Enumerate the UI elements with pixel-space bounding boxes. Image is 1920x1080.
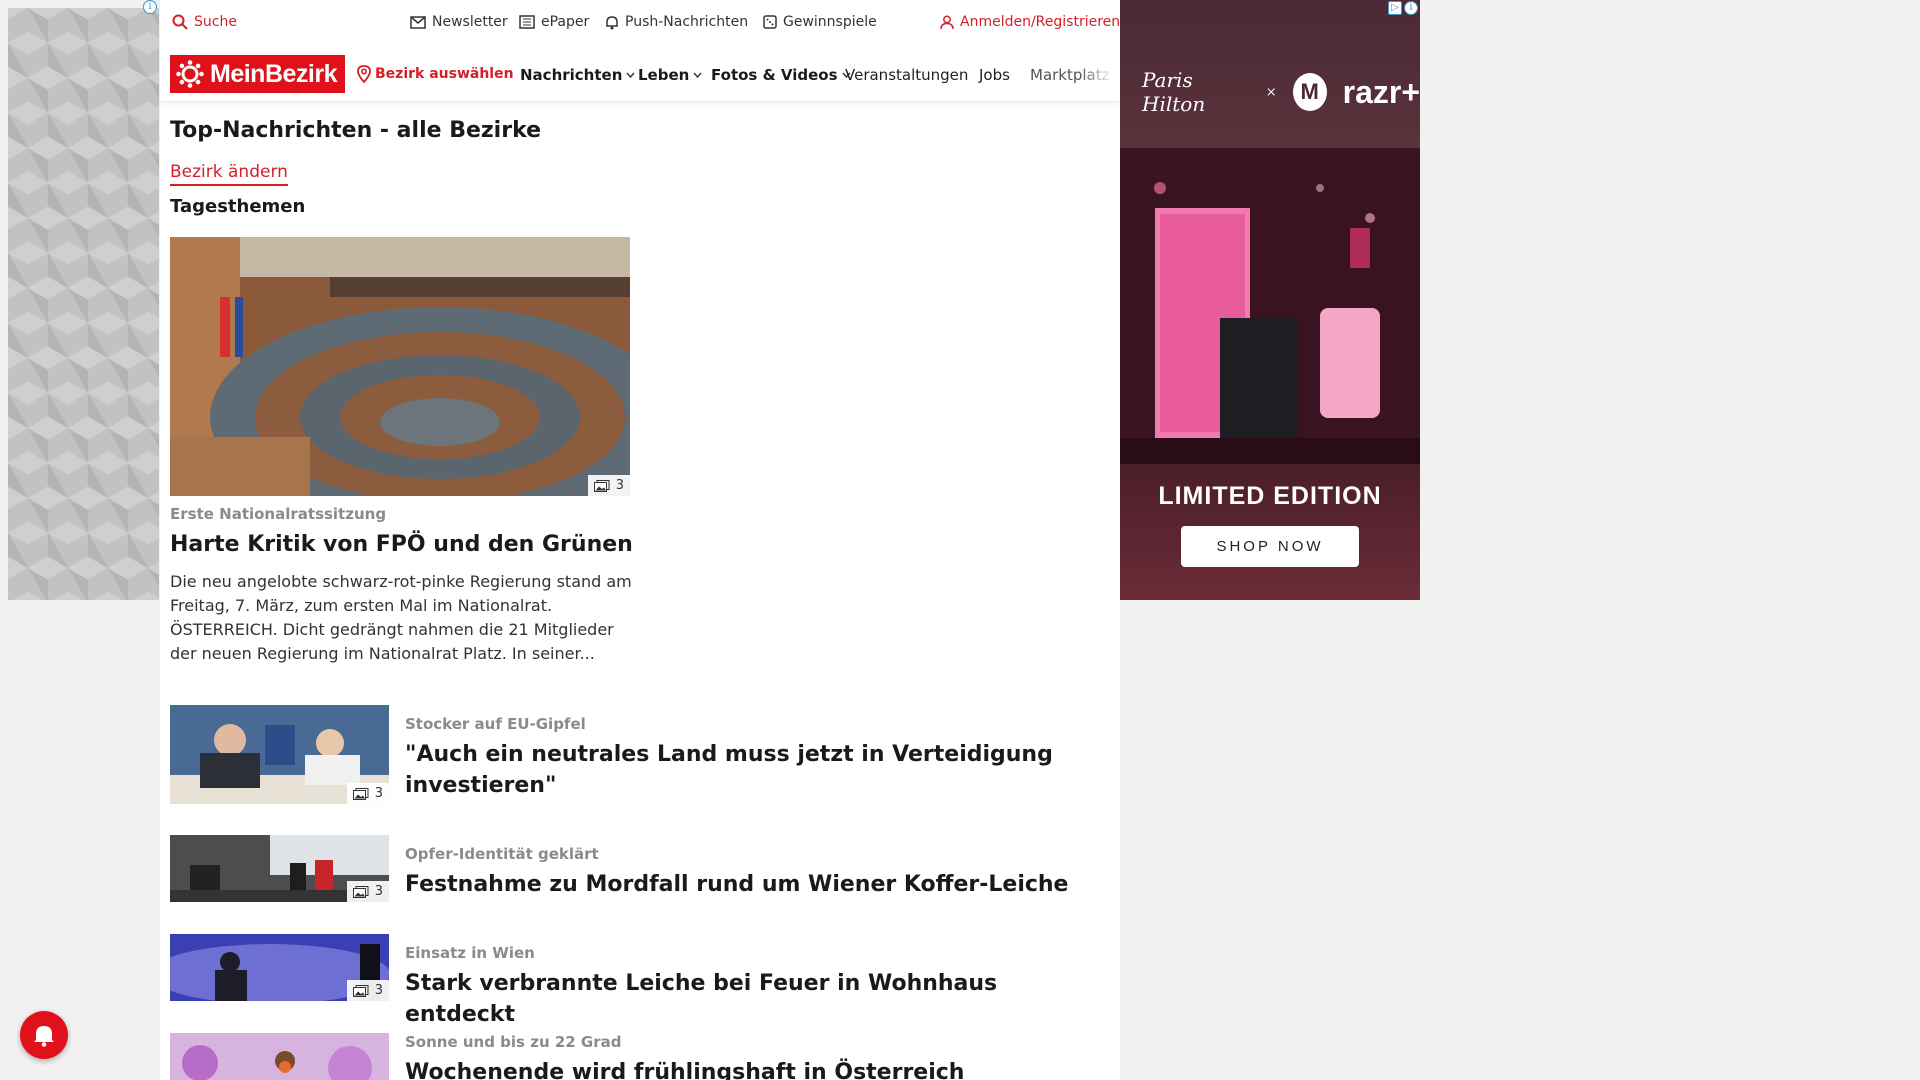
article-thumbnail: 3	[170, 835, 389, 902]
ad-brand-name: razr+	[1342, 73, 1420, 110]
gallery-icon	[352, 984, 369, 997]
nav-item-jobs[interactable]: Jobs	[979, 66, 1010, 84]
hero-image[interactable]: 3	[170, 237, 630, 496]
main-content: Suche Newsletter ePaper Push-Nachrichten…	[160, 0, 1120, 1080]
page-title: Top-Nachrichten - alle Bezirke	[170, 118, 542, 143]
article-item[interactable]: 3 Opfer-Identität geklärt Festnahme zu M…	[170, 835, 1100, 915]
epaper-link[interactable]: ePaper	[519, 14, 589, 30]
ad-limited-edition: LIMITED EDITION	[1158, 482, 1382, 510]
ad-cta-area: LIMITED EDITION SHOP NOW	[1120, 464, 1420, 600]
nav-label: Fotos & Videos	[711, 66, 838, 84]
image-count-badge: 3	[587, 475, 630, 496]
nav-item-marktplatz[interactable]: Marktplatz	[1030, 66, 1114, 84]
gewinnspiele-label: Gewinnspiele	[783, 14, 877, 30]
meinbezirk-logo[interactable]: MeinBezirk	[170, 55, 345, 93]
nav-label: Leben	[638, 66, 690, 84]
newsletter-label: Newsletter	[432, 14, 508, 30]
nav-item-fotos-videos[interactable]: Fotos & Videos	[711, 66, 851, 84]
push-label: Push-Nachrichten	[625, 14, 749, 30]
logo-text: MeinBezirk	[210, 59, 337, 88]
ad-product-photo	[1120, 148, 1420, 464]
gallery-icon	[352, 787, 369, 800]
section-title: Tagesthemen	[170, 196, 306, 217]
sun-logo-icon	[176, 60, 204, 88]
chevron-down-icon	[693, 72, 702, 78]
article-headline[interactable]: Wochenende wird frühlingshaft in Österre…	[405, 1057, 1085, 1080]
dice-icon	[763, 15, 777, 29]
ad-brand-row: Paris Hilton × M razr+	[1142, 68, 1420, 116]
hero-kicker: Erste Nationalratssitzung	[170, 505, 387, 523]
ad-brand-script: Paris Hilton	[1142, 68, 1206, 116]
bell-icon	[605, 15, 619, 30]
motorola-logo-icon: M	[1292, 73, 1327, 111]
nav-label: Veranstaltungen	[845, 66, 969, 84]
article-kicker: Einsatz in Wien	[405, 944, 535, 962]
article-headline[interactable]: Festnahme zu Mordfall rund um Wiener Kof…	[405, 869, 1085, 900]
newspaper-icon	[519, 15, 535, 29]
top-utility-bar: Suche Newsletter ePaper Push-Nachrichten…	[160, 0, 1120, 46]
login-label: Anmelden/Registrieren	[960, 14, 1121, 30]
article-thumbnail: 3	[170, 705, 389, 804]
change-district-link[interactable]: Bezirk ändern	[170, 162, 288, 186]
image-count-badge: 3	[346, 783, 389, 804]
epaper-label: ePaper	[541, 14, 590, 30]
nav-label: Jobs	[979, 66, 1010, 84]
left-skyscraper-ad[interactable]	[8, 8, 159, 600]
article-headline[interactable]: "Auch ein neutrales Land muss jetzt in V…	[405, 739, 1085, 801]
bell-icon	[33, 1023, 55, 1047]
nav-item-veranstaltungen[interactable]: Veranstaltungen	[845, 66, 968, 84]
ad-shop-now-button[interactable]: SHOP NOW	[1181, 526, 1359, 567]
hero-headline[interactable]: Harte Kritik von FPÖ und den Grünen	[170, 532, 633, 557]
parliament-photo	[170, 237, 630, 496]
gewinnspiele-link[interactable]: Gewinnspiele	[763, 14, 877, 30]
user-icon	[940, 15, 954, 30]
select-district-label: Bezirk auswählen	[375, 66, 514, 82]
newsletter-link[interactable]: Newsletter	[410, 14, 508, 30]
article-kicker: Stocker auf EU-Gipfel	[405, 715, 586, 733]
search-label: Suche	[194, 14, 237, 30]
nav-item-nachrichten[interactable]: Nachrichten	[520, 66, 635, 84]
search-link[interactable]: Suche	[172, 14, 237, 30]
notification-bell-button[interactable]	[20, 1011, 68, 1059]
adchoices-play-icon[interactable]: ▷	[1388, 1, 1402, 15]
chevron-down-icon	[626, 72, 635, 78]
gallery-icon	[352, 885, 369, 898]
image-count: 3	[374, 983, 383, 998]
article-kicker: Opfer-Identität geklärt	[405, 845, 599, 863]
main-navigation: MeinBezirk Bezirk auswählen Nachrichten …	[160, 46, 1120, 102]
image-count: 3	[374, 884, 383, 899]
image-count: 3	[374, 786, 383, 801]
article-thumbnail: 3	[170, 934, 389, 1001]
nav-label: Nachrichten	[520, 66, 623, 84]
gallery-icon	[593, 479, 610, 492]
ad-info-icon[interactable]: i	[143, 0, 157, 14]
image-count: 3	[615, 478, 624, 493]
article-item[interactable]: Sonne und bis zu 22 Grad Wochenende wird…	[170, 1033, 1100, 1080]
select-district-button[interactable]: Bezirk auswählen	[357, 65, 514, 83]
map-pin-icon	[357, 65, 371, 83]
hero-teaser: Die neu angelobte schwarz-rot-pinke Regi…	[170, 572, 632, 663]
article-headline[interactable]: Stark verbrannte Leiche bei Feuer in Woh…	[405, 968, 1085, 1030]
image-count-badge: 3	[346, 881, 389, 902]
image-count-badge: 3	[346, 980, 389, 1001]
article-item[interactable]: 3 Einsatz in Wien Stark verbrannte Leich…	[170, 934, 1100, 1027]
ad-header: Paris Hilton × M razr+	[1120, 0, 1420, 148]
login-link[interactable]: Anmelden/Registrieren	[940, 14, 1120, 30]
article-kicker: Sonne und bis zu 22 Grad	[405, 1033, 622, 1051]
search-icon	[172, 14, 188, 30]
nav-label: Marktplatz	[1030, 66, 1110, 84]
nav-item-leben[interactable]: Leben	[638, 66, 702, 84]
article-item[interactable]: 3 Stocker auf EU-Gipfel "Auch ein neutra…	[170, 705, 1100, 815]
ad-brand-x: ×	[1265, 84, 1277, 100]
push-notifications-link[interactable]: Push-Nachrichten	[605, 14, 748, 30]
right-display-ad[interactable]: Paris Hilton × M razr+ LIMITED EDITION S…	[1120, 0, 1420, 600]
ad-info-icon[interactable]: i	[1404, 1, 1418, 15]
article-thumbnail	[170, 1033, 389, 1080]
mail-icon	[410, 15, 426, 29]
